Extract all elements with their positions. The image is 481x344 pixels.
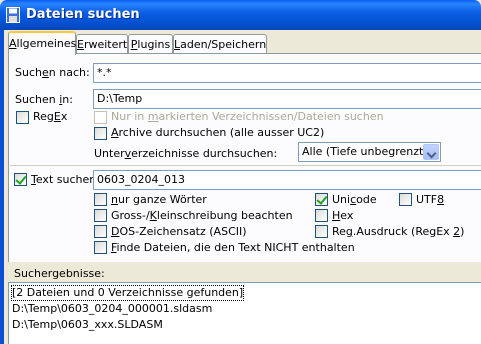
search-in-label: Suchen in: bbox=[15, 93, 73, 106]
chevron-down-icon[interactable] bbox=[423, 144, 439, 160]
tab-label: aden/Speichern bbox=[180, 38, 267, 51]
text-search-label: Text suchen: bbox=[31, 173, 100, 186]
divider bbox=[10, 165, 481, 166]
case-sensitive-checkbox[interactable] bbox=[94, 209, 107, 222]
unicode-checkbox[interactable] bbox=[315, 193, 328, 206]
subdirs-select-value: Alle (Tiefe unbegrenzt) bbox=[302, 145, 428, 158]
hex-label: Hex bbox=[332, 209, 354, 222]
hex-checkbox[interactable] bbox=[315, 209, 328, 222]
tab-plugins[interactable]: Plugins bbox=[128, 34, 173, 53]
tab-label: lugins bbox=[137, 38, 171, 51]
tab-label: llgemeines bbox=[16, 37, 77, 50]
regex-expression-label: Reg.Ausdruck (RegEx 2) bbox=[332, 225, 465, 238]
search-name-label: Suchen nach: bbox=[15, 66, 90, 79]
results-list[interactable]: [2 Dateien und 0 Verzeichnisse gefunden]… bbox=[8, 282, 481, 344]
tab-label-accel: E bbox=[77, 38, 84, 51]
regex-label: RegEx bbox=[33, 110, 68, 123]
tab-allgemeines[interactable]: Allgemeines bbox=[8, 31, 76, 55]
only-marked-label: Nur in markierten Verzeichnissen/Dateien… bbox=[111, 110, 384, 123]
window-frame bbox=[0, 30, 4, 344]
tab-label: rweitert bbox=[83, 38, 128, 51]
search-in-input[interactable]: D:\Temp bbox=[93, 89, 481, 109]
text-search-input[interactable]: 0603_0204_013 bbox=[93, 170, 481, 190]
list-item[interactable]: D:\Temp\0603_0204_000001.sldasm bbox=[12, 302, 212, 316]
not-containing-label: Finde Dateien, die den Text NICHT enthal… bbox=[111, 241, 355, 254]
dos-charset-checkbox[interactable] bbox=[94, 225, 107, 238]
case-sensitive-label: Gross-/Kleinschreibung beachten bbox=[111, 209, 293, 222]
list-item[interactable]: D:\Temp\0603_xxx.SLDASM bbox=[12, 318, 163, 332]
only-marked-checkbox[interactable] bbox=[94, 111, 107, 124]
unicode-label: Unicode bbox=[332, 193, 377, 206]
dos-charset-label: DOS-Zeichensatz (ASCII) bbox=[111, 225, 247, 238]
not-containing-checkbox[interactable] bbox=[94, 241, 107, 254]
whole-words-checkbox[interactable] bbox=[94, 193, 107, 206]
subdirs-label: Unterverzeichnisse durchsuchen: bbox=[94, 147, 278, 160]
floppy-disk-icon bbox=[6, 7, 20, 23]
tab-laden-speichern[interactable]: Laden/Speichern bbox=[173, 34, 267, 53]
regex-expression-checkbox[interactable] bbox=[315, 225, 328, 238]
subdirs-select[interactable]: Alle (Tiefe unbegrenzt) bbox=[298, 142, 441, 162]
tab-label-accel: A bbox=[9, 37, 17, 50]
regex-checkbox[interactable] bbox=[16, 111, 29, 124]
search-name-input[interactable]: *.* bbox=[93, 63, 481, 83]
results-label: Suchergebnisse: bbox=[14, 267, 105, 280]
tab-erweitert[interactable]: Erweitert bbox=[76, 34, 128, 53]
archives-label: Archive durchsuchen (alle ausser UC2) bbox=[111, 126, 325, 139]
text-search-checkbox[interactable] bbox=[14, 173, 27, 186]
whole-words-label: nur ganze Wörter bbox=[111, 193, 207, 206]
list-item[interactable]: [2 Dateien und 0 Verzeichnisse gefunden] bbox=[10, 285, 245, 301]
utf8-checkbox[interactable] bbox=[399, 193, 412, 206]
utf8-label: UTF8 bbox=[416, 193, 445, 206]
archives-checkbox[interactable] bbox=[94, 127, 107, 140]
window-title: Dateien suchen bbox=[26, 7, 140, 22]
